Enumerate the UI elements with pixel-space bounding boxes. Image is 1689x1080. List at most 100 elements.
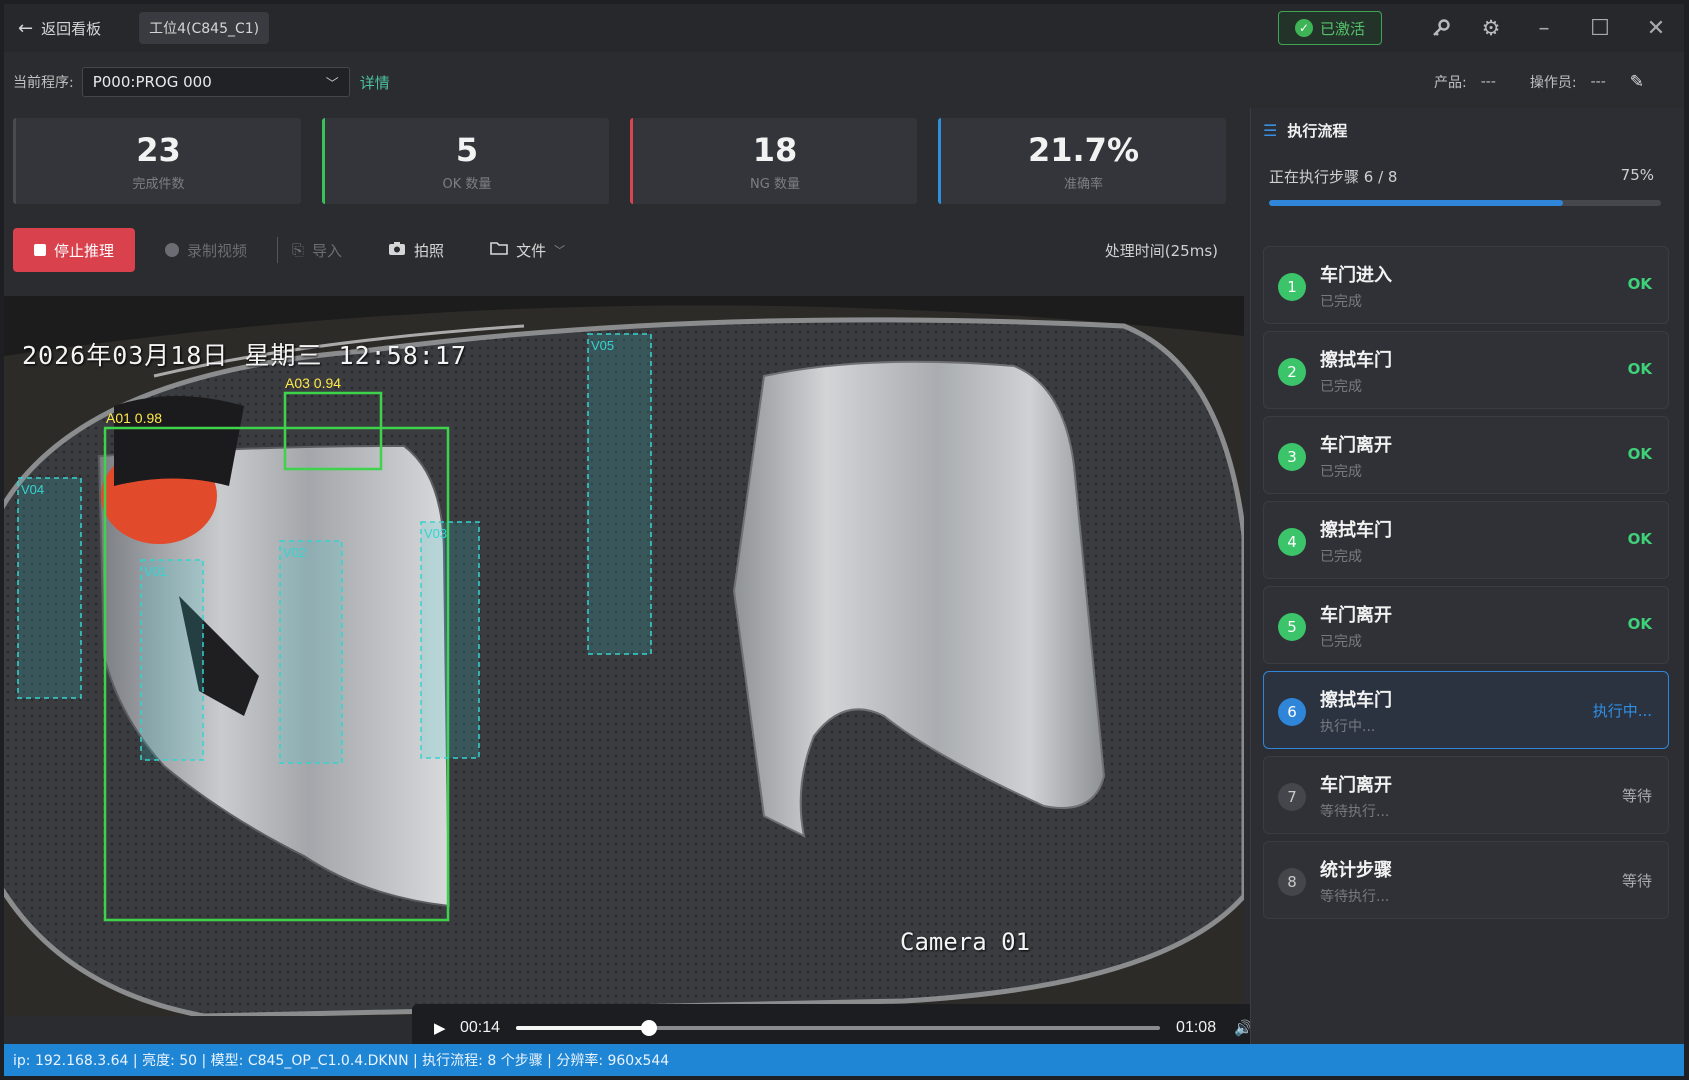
stop-label: 停止推理 [53,241,114,260]
import-label: 导入 [312,241,343,260]
camera-icon [388,241,406,260]
step-card-8[interactable]: 8 统计步骤等待执行... 等待 [1263,841,1669,919]
station-tab[interactable]: 工位4(C845_C1) [139,12,270,44]
meta-info: 产品: --- 操作员: --- ✎ [1434,72,1644,92]
step-subtitle: 已完成 [1320,464,1362,480]
folder-icon [490,241,508,259]
step-card-4[interactable]: 4 擦拭车门 已完成 OK [1263,501,1669,579]
chevron-down-icon: ﹀ [325,76,339,92]
stat-label: 完成件数 [132,176,185,192]
operator-label: 操作员: [1529,75,1577,91]
progress-bar-fill [1269,200,1563,206]
step-card-7[interactable]: 7 车门离开等待执行... 等待 [1263,756,1669,834]
step-card-1[interactable]: 1 车门进入 已完成 OK [1263,246,1669,324]
step-number-badge: 3 [1278,443,1306,471]
toolbar-divider [277,237,279,263]
panel-title: 执行流程 [1287,122,1348,140]
step-status-badge: 等待 [1621,787,1652,805]
program-selected-value: P000:PROG 000 [92,73,212,91]
record-video-button[interactable]: 录制视频 [165,240,247,261]
step-number-badge: 5 [1278,613,1306,641]
step-subtitle: 等待执行... [1320,804,1390,820]
execution-flow-panel: ☰ 执行流程 正在执行步骤 6 / 8 75% 1 车门进入 已完成 OK 2 擦拭车门已… [1250,108,1684,1044]
product-label: 产品: [1434,75,1467,91]
gear-icon[interactable]: ⚙ [1466,4,1516,52]
activation-status-button[interactable]: ✓ 已激活 [1277,11,1382,45]
step-title: 擦拭车门 [1320,690,1392,711]
chevron-down-icon: ﹀ [554,244,566,257]
detection-label-a03: A03 0.94 [285,375,342,391]
stat-value: 18 [752,130,798,169]
step-subtitle: 等待执行... [1320,889,1390,905]
step-status-badge: 执行中... [1592,702,1652,720]
minimize-button[interactable]: – [1516,4,1572,52]
play-icon[interactable]: ▶ [434,1019,448,1037]
step-number-badge: 2 [1278,358,1306,386]
check-circle-icon: ✓ [1294,19,1313,37]
activated-label: 已激活 [1319,19,1365,38]
step-subtitle: 已完成 [1320,294,1362,310]
stat-value: 21.7% [1027,130,1139,169]
step-card-3[interactable]: 3 车门离开 已完成 OK [1263,416,1669,494]
total-time: 01:08 [1176,1019,1217,1036]
step-subtitle: 已完成 [1320,379,1362,395]
key-icon[interactable] [1416,4,1466,52]
zone-box-v02 [279,540,343,764]
step-status-badge: OK [1627,615,1652,633]
step-number-badge: 1 [1278,273,1306,301]
processing-time: 处理时间(25ms) [1104,241,1218,260]
step-status-badge: OK [1627,530,1652,548]
step-subtitle: 已完成 [1320,549,1362,565]
step-card-2[interactable]: 2 擦拭车门 已完成 OK [1263,331,1669,409]
import-button[interactable]: ⎘ 导入 [292,240,342,261]
zone-label-v05: V05 [591,338,615,353]
progress-percent: 75% [1620,166,1654,184]
program-select[interactable]: P000:PROG 000 ﹀ [81,67,350,97]
stat-label: OK 数量 [442,176,492,192]
capture-label: 拍照 [414,241,445,260]
title-bar: ← 返回看板 工位4(C845_C1) ✓ 已激活 ⚙ – ☐ ✕ [4,4,1684,52]
step-number-badge: 7 [1278,783,1306,811]
video-feed[interactable]: 2026年03月18日 星期三 12:58:17 Camera 01 A01 0… [4,296,1244,1016]
capture-photo-button[interactable]: 拍照 [388,240,444,261]
panel-header: ☰ 执行流程 [1263,120,1347,141]
step-title: 车门离开 [1320,605,1392,626]
close-button[interactable]: ✕ [1628,4,1684,52]
step-title: 车门进入 [1320,265,1392,286]
seek-bar[interactable] [516,1020,1161,1036]
maximize-button[interactable]: ☐ [1572,4,1628,52]
stat-ng-count: 18 NG 数量 [630,118,917,204]
app-window: ← 返回看板 工位4(C845_C1) ✓ 已激活 ⚙ – ☐ ✕ 当前程序: … [4,4,1684,1076]
zone-label-v03: V03 [424,526,448,541]
zone-box-v05 [587,333,652,655]
pencil-icon[interactable]: ✎ [1630,72,1644,92]
file-menu-button[interactable]: 文件 ﹀ [490,240,565,261]
detail-link[interactable]: 详情 [360,72,390,93]
zone-box-v04 [17,477,82,699]
operator-value: --- [1590,74,1606,90]
status-bar: ip: 192.168.3.64 | 亮度: 50 | 模型: C845_OP_… [4,1044,1684,1076]
zone-label-v02: V02 [283,545,307,560]
stop-inference-button[interactable]: 停止推理 [13,228,135,272]
step-status-badge: 等待 [1621,872,1652,890]
step-number-badge: 8 [1278,868,1306,896]
step-title: 统计步骤 [1320,860,1392,881]
status-text: ip: 192.168.3.64 | 亮度: 50 | 模型: C845_OP_… [13,1053,670,1069]
step-card-5[interactable]: 5 车门离开 已完成 OK [1263,586,1669,664]
import-icon: ⎘ [292,241,305,259]
current-time: 00:14 [460,1019,501,1036]
step-subtitle: 执行中... [1320,719,1376,735]
step-card-6[interactable]: 6 擦拭车门执行中... 执行中... [1263,671,1669,749]
program-row: 当前程序: P000:PROG 000 ﹀ 详情 产品: --- 操作员: --… [4,60,1684,104]
back-to-dashboard-link[interactable]: ← 返回看板 [18,18,101,39]
seek-handle[interactable] [640,1020,657,1036]
detection-label-a01: A01 0.98 [106,410,163,426]
zone-box-v01 [140,559,204,761]
zone-box-v03 [420,521,480,759]
camera-name-overlay: Camera 01 [900,928,1031,956]
product-value: --- [1480,74,1496,90]
stat-value: 23 [136,130,181,169]
stat-label: 准确率 [1063,176,1103,192]
step-title: 车门离开 [1320,775,1392,796]
step-number-badge: 6 [1278,698,1306,726]
